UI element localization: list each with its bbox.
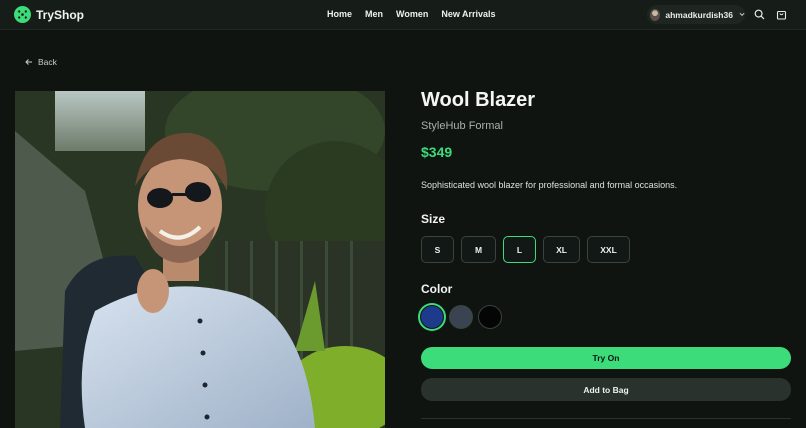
avatar [650, 8, 661, 21]
size-label: Size [421, 212, 446, 226]
size-selector: S M L XL XXL [421, 236, 637, 263]
color-swatch-navy[interactable] [420, 305, 444, 329]
size-option-l[interactable]: L [503, 236, 536, 263]
username: ahmadkurdish36 [665, 9, 733, 20]
size-option-s[interactable]: S [421, 236, 454, 263]
color-selector [420, 305, 507, 329]
top-navbar: TryShop Home Men Women New Arrivals ahma… [0, 0, 806, 30]
nav-women[interactable]: Women [396, 9, 428, 19]
product-brand: StyleHub Formal [421, 120, 503, 132]
add-to-bag-button[interactable]: Add to Bag [421, 378, 791, 401]
shopping-bag-icon[interactable] [776, 9, 787, 20]
size-option-m[interactable]: M [461, 236, 496, 263]
logo-icon [14, 6, 31, 23]
size-option-xl[interactable]: XL [543, 236, 580, 263]
product-title: Wool Blazer [421, 89, 536, 111]
search-icon[interactable] [754, 9, 765, 20]
product-price: $349 [421, 144, 453, 160]
arrow-left-icon [25, 59, 32, 65]
product-description: Sophisticated wool blazer for profession… [421, 180, 678, 190]
brand-logo[interactable]: TryShop [14, 6, 84, 23]
main-nav: Home Men Women New Arrivals [327, 9, 509, 19]
divider [421, 418, 791, 419]
color-label: Color [421, 282, 453, 296]
nav-home[interactable]: Home [327, 9, 352, 19]
color-swatch-slate[interactable] [449, 305, 473, 329]
try-on-button[interactable]: Try On [421, 347, 791, 369]
nav-men[interactable]: Men [365, 9, 383, 19]
nav-new-arrivals[interactable]: New Arrivals [441, 9, 495, 19]
size-option-xxl[interactable]: XXL [587, 236, 630, 263]
back-button[interactable]: Back [25, 57, 57, 67]
chevron-down-icon [739, 12, 745, 17]
brand-name: TryShop [36, 7, 85, 22]
user-menu[interactable]: ahmadkurdish36 [647, 5, 745, 24]
color-swatch-black[interactable] [478, 305, 502, 329]
product-image [15, 91, 385, 428]
back-label: Back [38, 57, 57, 67]
